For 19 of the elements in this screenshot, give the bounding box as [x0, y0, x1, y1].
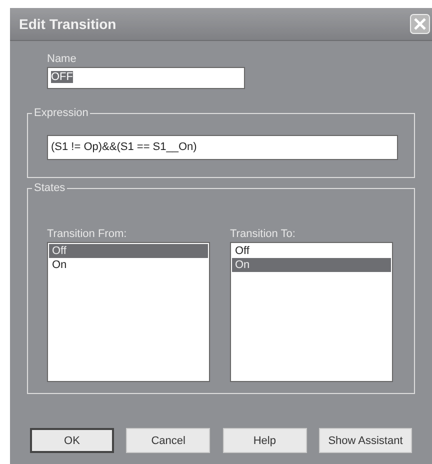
list-label: Transition From:: [47, 228, 128, 240]
dialog-button[interactable]: Cancel: [126, 428, 210, 453]
list-label: Transition To:: [230, 228, 296, 240]
list-item[interactable]: Off: [49, 244, 208, 258]
close-icon[interactable]: [410, 14, 430, 34]
window-title: Edit Transition: [19, 16, 116, 32]
dialog-button[interactable]: Help: [222, 428, 307, 453]
name-label: Name: [47, 53, 78, 65]
dialog-button[interactable]: OK: [30, 428, 114, 453]
list-item[interactable]: On: [49, 258, 208, 272]
group-title: Expression: [32, 107, 90, 119]
list-box[interactable]: Off On: [47, 242, 210, 382]
group-title: States: [32, 182, 68, 194]
list-item[interactable]: On: [232, 258, 391, 272]
expression-field[interactable]: (S1 != Op)&&(S1 == S1__On): [47, 135, 398, 160]
list-box[interactable]: Off On: [230, 242, 393, 382]
dialog-button[interactable]: Show Assistant: [318, 428, 412, 453]
list-item[interactable]: Off: [232, 244, 391, 258]
name-field[interactable]: OFF: [47, 67, 245, 89]
